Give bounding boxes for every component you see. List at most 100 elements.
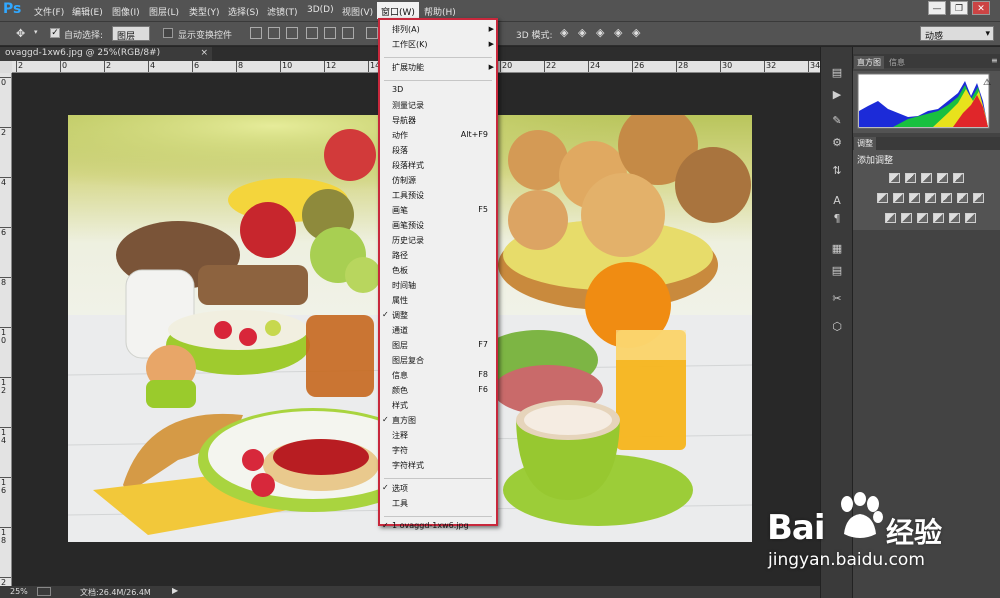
tab-adjustments[interactable]: 调整 [854,137,876,150]
tools-icon[interactable]: ✂ [830,293,844,305]
submenu-arrow-icon: ▶ [488,40,494,48]
adjust-sliders-icon[interactable]: ⚙ [830,137,844,149]
mode-3d-icon-5[interactable]: ◈ [632,26,640,39]
adjustment-icon-1-3[interactable] [921,173,932,183]
ruler-tick [104,61,105,72]
align-icon-3[interactable] [286,27,298,39]
adjustment-icon-2-3[interactable] [909,193,920,203]
align-icon-5[interactable] [324,27,336,39]
mode-3d-icon-4[interactable]: ◈ [614,26,622,39]
character-icon[interactable]: A [830,195,844,207]
menu-1[interactable]: 文件(F) [34,5,64,18]
tab-histogram[interactable]: 直方图 [854,56,884,69]
adjustment-icon-2-1[interactable] [877,193,888,203]
adjustment-icon-3-4[interactable] [933,213,944,223]
ruler-tick [808,61,809,72]
ruler-tick [676,61,677,72]
3d-cube-icon[interactable]: ⬡ [830,321,844,333]
ruler-top-label: 2 [106,61,112,70]
tool-preset-chevron-icon[interactable]: ▾ [34,28,38,36]
show-transform-checkbox[interactable] [163,28,173,38]
adjustment-icon-3-6[interactable] [965,213,976,223]
adjustment-icon-1-1[interactable] [889,173,900,183]
mode-3d-icon-3[interactable]: ◈ [596,26,604,39]
ruler-top-label: 8 [238,61,244,70]
adjustment-icon-3-2[interactable] [901,213,912,223]
ruler-tick [192,61,193,72]
move-tool-icon[interactable]: ✥ [16,27,25,40]
tab-info[interactable]: 信息 [886,56,908,69]
mode-3d-icon-1[interactable]: ◈ [560,26,568,39]
adjustment-icon-1-5[interactable] [953,173,964,183]
window-menu-item-19-label: 时间轴 [392,281,416,290]
menu-6[interactable]: 选择(S) [228,5,259,18]
window-menu-item-8-label: 导航器 [392,116,416,125]
auto-select-checkbox[interactable]: ✓ [50,28,60,38]
window-menu-dropdown: 排列(A) ▶ 工作区(K) ▶ 扩展功能 ▶ 3D 测量记录 导航器 动作 Alt+F9 段落 段落样… [378,18,498,530]
ruler-top-label: 2 [18,61,24,70]
status-icon[interactable] [37,587,51,596]
align-icon-4[interactable] [306,27,318,39]
ruler-left[interactable]: 0 2 4 6 8 1 0 1 2 1 4 1 6 1 8 2 0 [0,73,12,586]
play-icon[interactable]: ▶ [830,89,844,101]
menu-3[interactable]: 图像(I) [112,5,140,18]
window-menu-item-6-label: 3D [392,85,404,94]
minimize-button[interactable]: — [928,1,946,15]
submenu-arrow-icon: ▶ [488,63,494,71]
menu-4[interactable]: 图层(L) [149,5,179,18]
window-menu-item-15-label: 画笔预设 [392,221,424,230]
close-button[interactable]: ✕ [972,1,990,15]
window-menu-item-27-label: 样式 [392,401,408,410]
adjustment-icon-2-6[interactable] [957,193,968,203]
watermark-brand: Bai [767,508,826,548]
ruler-tick [60,61,61,72]
ruler-tick [0,477,11,478]
layers-icon[interactable]: ▤ [830,67,844,79]
align-icon-6[interactable] [342,27,354,39]
menu-8[interactable]: 3D(D) [307,5,334,15]
workspace-dropdown[interactable]: 动感 ▾ [920,26,994,42]
ruler-top-label: 34 [810,61,820,70]
align-icon-1[interactable] [250,27,262,39]
menu-5[interactable]: 类型(Y) [189,5,220,18]
restore-button[interactable]: ❐ [950,1,968,15]
adjustment-icon-2-4[interactable] [925,193,936,203]
menu-11[interactable]: 帮助(H) [424,5,456,18]
ruler-origin[interactable] [0,61,12,73]
swatches-icon[interactable]: ▦ [830,243,844,255]
ruler-left-label: 0 [1,78,7,87]
menu-10[interactable]: 窗口(W) [377,2,419,19]
close-tab-icon[interactable]: × [200,48,208,58]
window-menu-item-7-label: 测量记录 [392,101,424,110]
paragraph-icon[interactable]: ¶ [830,213,844,225]
menu-9[interactable]: 视图(V) [342,5,373,18]
status-menu-arrow-icon[interactable]: ▶ [172,586,178,595]
align-icon-2[interactable] [268,27,280,39]
adjustment-icon-2-7[interactable] [973,193,984,203]
adjustment-icon-2-2[interactable] [893,193,904,203]
document-tab-title: ovaggd-1xw6.jpg @ 25%(RGB/8#) [5,48,161,58]
adjustment-icon-1-2[interactable] [905,173,916,183]
mode-3d-icon-2[interactable]: ◈ [578,26,586,39]
adjustment-icon-3-1[interactable] [885,213,896,223]
ruler-top-label: 30 [722,61,733,70]
adjustment-icon-1-4[interactable] [937,173,948,183]
adjustment-icon-3-5[interactable] [949,213,960,223]
window-menu-item-9-label: 动作 [392,131,408,140]
menu-7[interactable]: 滤镜(T) [267,5,298,18]
adjustment-icon-3-3[interactable] [917,213,928,223]
auto-select-dropdown[interactable]: 图层 [112,26,150,42]
chevron-down-icon: ▾ [985,29,990,39]
notes-icon[interactable]: ▤ [830,265,844,277]
adjustment-icon-2-5[interactable] [941,193,952,203]
menu-2[interactable]: 编辑(E) [72,5,103,18]
menu-separator [384,516,492,517]
align-icon-7[interactable] [366,27,378,39]
document-tab[interactable]: ovaggd-1xw6.jpg @ 25%(RGB/8#) × [0,47,212,61]
panel-menu-icon[interactable]: ≡ [991,56,998,65]
channels-icon[interactable]: ⇅ [830,165,844,177]
brush-icon[interactable]: ✎ [830,115,844,127]
window-menu-item-36-label: 1 ovaggd-1xw6.jpg [392,521,469,530]
menu-separator [384,478,492,479]
zoom-level[interactable]: 25% [10,587,28,596]
